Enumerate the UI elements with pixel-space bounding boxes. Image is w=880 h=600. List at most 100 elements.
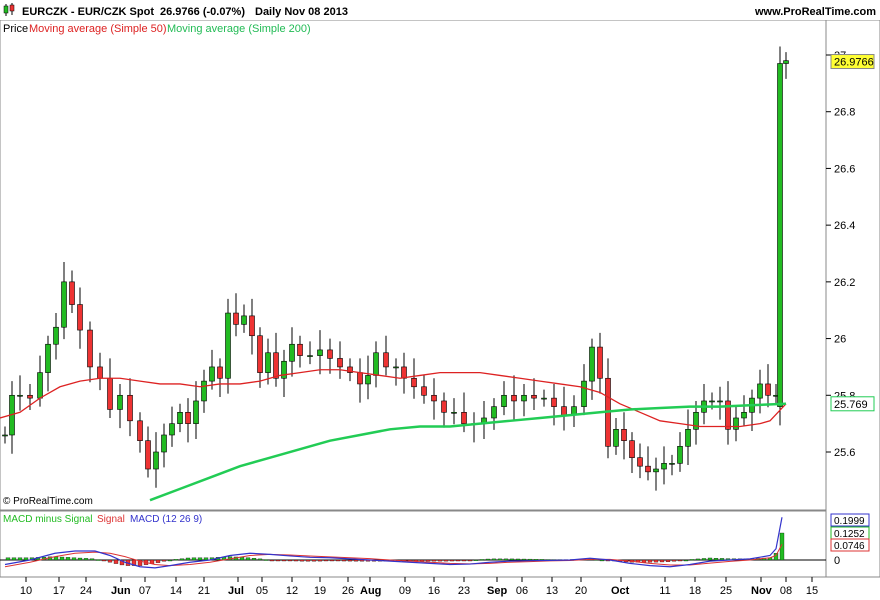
legend-macd-hist: MACD minus Signal (3, 514, 92, 525)
macd-hist-bar (23, 557, 29, 561)
macd-hist-bar (155, 559, 161, 563)
macd-hist-bar (83, 558, 89, 561)
macd-hist-bar (509, 558, 515, 561)
candle (777, 46, 783, 426)
macd-hist-bar (449, 559, 455, 562)
macd-hist-bar (719, 558, 725, 561)
macd-hist-bar (161, 559, 167, 562)
x-tick-label: Aug (360, 585, 381, 597)
legend-price: Price (3, 23, 28, 35)
macd-hist-bar (491, 558, 497, 561)
macd-hist-bar (599, 559, 605, 562)
macd-hist-bar (497, 558, 503, 561)
macd-hist-bar (167, 559, 173, 562)
x-tick-label: Nov (751, 585, 773, 597)
macd-hist-bar (191, 557, 197, 561)
x-tick-label: 24 (80, 585, 92, 597)
x-tick-label: 23 (458, 585, 470, 597)
macd-hist-bar (431, 559, 437, 562)
x-tick-label: 16 (428, 585, 440, 597)
macd-hist-bar (527, 558, 533, 561)
x-tick-label: Jul (228, 585, 244, 597)
x-tick-label: 08 (780, 585, 792, 597)
macd-hist-bar (323, 559, 329, 562)
macd-hist-bar (485, 558, 491, 561)
x-tick-label: Sep (487, 585, 507, 597)
macd-hist-bar (173, 559, 179, 561)
macd-hist-bar (437, 559, 443, 562)
macd-hist-bar (95, 559, 101, 561)
x-tick-label: 13 (546, 585, 558, 597)
macd-hist-bar (59, 556, 65, 561)
macd-hist-bar (503, 558, 509, 561)
macd-hist-bar (299, 559, 305, 562)
macd-hist-bar (707, 557, 713, 561)
x-tick-label: Jun (111, 585, 131, 597)
macd-hist-bar (773, 553, 779, 561)
x-tick-label: 20 (575, 585, 587, 597)
x-tick-label: 17 (53, 585, 65, 597)
macd-hist-bar (293, 559, 299, 562)
macd-hist-bar (269, 559, 275, 562)
price-panel-frame (0, 19, 827, 511)
y-tick-label: 26.6 (834, 163, 855, 175)
macd-hist-bar (107, 559, 113, 563)
x-tick-label: 14 (170, 585, 182, 597)
macd-hist-bar (659, 559, 665, 563)
y-tick-label: 25.6 (834, 447, 855, 459)
macd-hist-bar (461, 559, 467, 562)
macd-hist-bar (185, 557, 191, 561)
macd-hist-bar (71, 557, 77, 561)
legend-ma50: Moving average (Simple 50) (29, 23, 167, 35)
macd-hist-bar (203, 557, 209, 561)
macd-hist-bar (65, 557, 71, 561)
svg-text:25.769: 25.769 (834, 399, 868, 411)
macd-hist-bar (653, 559, 659, 563)
macd-value-tag: 0.1999 (830, 513, 870, 527)
macd-hist-bar (113, 559, 119, 564)
x-tick-label: 12 (286, 585, 298, 597)
macd-hist-bar (467, 559, 473, 562)
macd-hist-bar (335, 559, 341, 562)
chart-header: EURCZK - EUR/CZK Spot 26.9766 (-0.07%) D… (0, 0, 880, 20)
x-tick-label: Oct (611, 585, 630, 597)
last-quote: 26.9766 (-0.07%) (160, 6, 245, 18)
macd-hist-bar (443, 559, 449, 562)
x-tick-label: 26 (342, 585, 354, 597)
x-tick-label: 05 (256, 585, 268, 597)
macd-hist-bar (665, 559, 671, 562)
chart-canvas: EURCZK - EUR/CZK Spot 26.9766 (-0.07%) D… (0, 0, 880, 597)
macd-hist-bar (641, 559, 647, 563)
macd-hist-bar (647, 559, 653, 563)
y-tick-label: 26.8 (834, 107, 855, 119)
last-price-tag: 26.9766 (830, 54, 875, 70)
macd-hist-bar (671, 559, 677, 562)
x-tick-label: 07 (139, 585, 151, 597)
x-tick-label: 18 (689, 585, 701, 597)
y-tick-label: 26.4 (834, 220, 855, 232)
period-label: Daily Nov 08 2013 (255, 6, 348, 18)
legend-ma200: Moving average (Simple 200) (167, 23, 311, 35)
macd-hist-bar (287, 559, 293, 562)
macd-hist-bar (263, 559, 269, 561)
macd-hist-bar (701, 558, 707, 561)
price-legend: Price Moving average (Simple 50) Moving … (3, 23, 311, 35)
macd-hist-bar (689, 559, 695, 561)
macd-legend: MACD minus Signal Signal MACD (12 26 9) (3, 514, 202, 525)
x-tick-label: 10 (20, 585, 32, 597)
macd-hist-bar (245, 557, 251, 561)
macd-hist-bar (317, 559, 323, 562)
macd-hist-bar (329, 559, 335, 562)
macd-hist-bar (521, 558, 527, 561)
macd-hist-bar (425, 559, 431, 562)
macd-hist-bar (713, 558, 719, 561)
macd-hist-bar (305, 559, 311, 562)
svg-text:0.1252: 0.1252 (834, 529, 865, 540)
macd-hist-bar (275, 559, 281, 562)
macd-hist-bar (683, 559, 689, 562)
x-tick-label: 25 (720, 585, 732, 597)
watermark: © ProRealTime.com (3, 496, 93, 507)
x-tick-label: 09 (399, 585, 411, 597)
y-tick-label: 26 (834, 334, 846, 346)
macd-hist-bar (473, 559, 479, 561)
